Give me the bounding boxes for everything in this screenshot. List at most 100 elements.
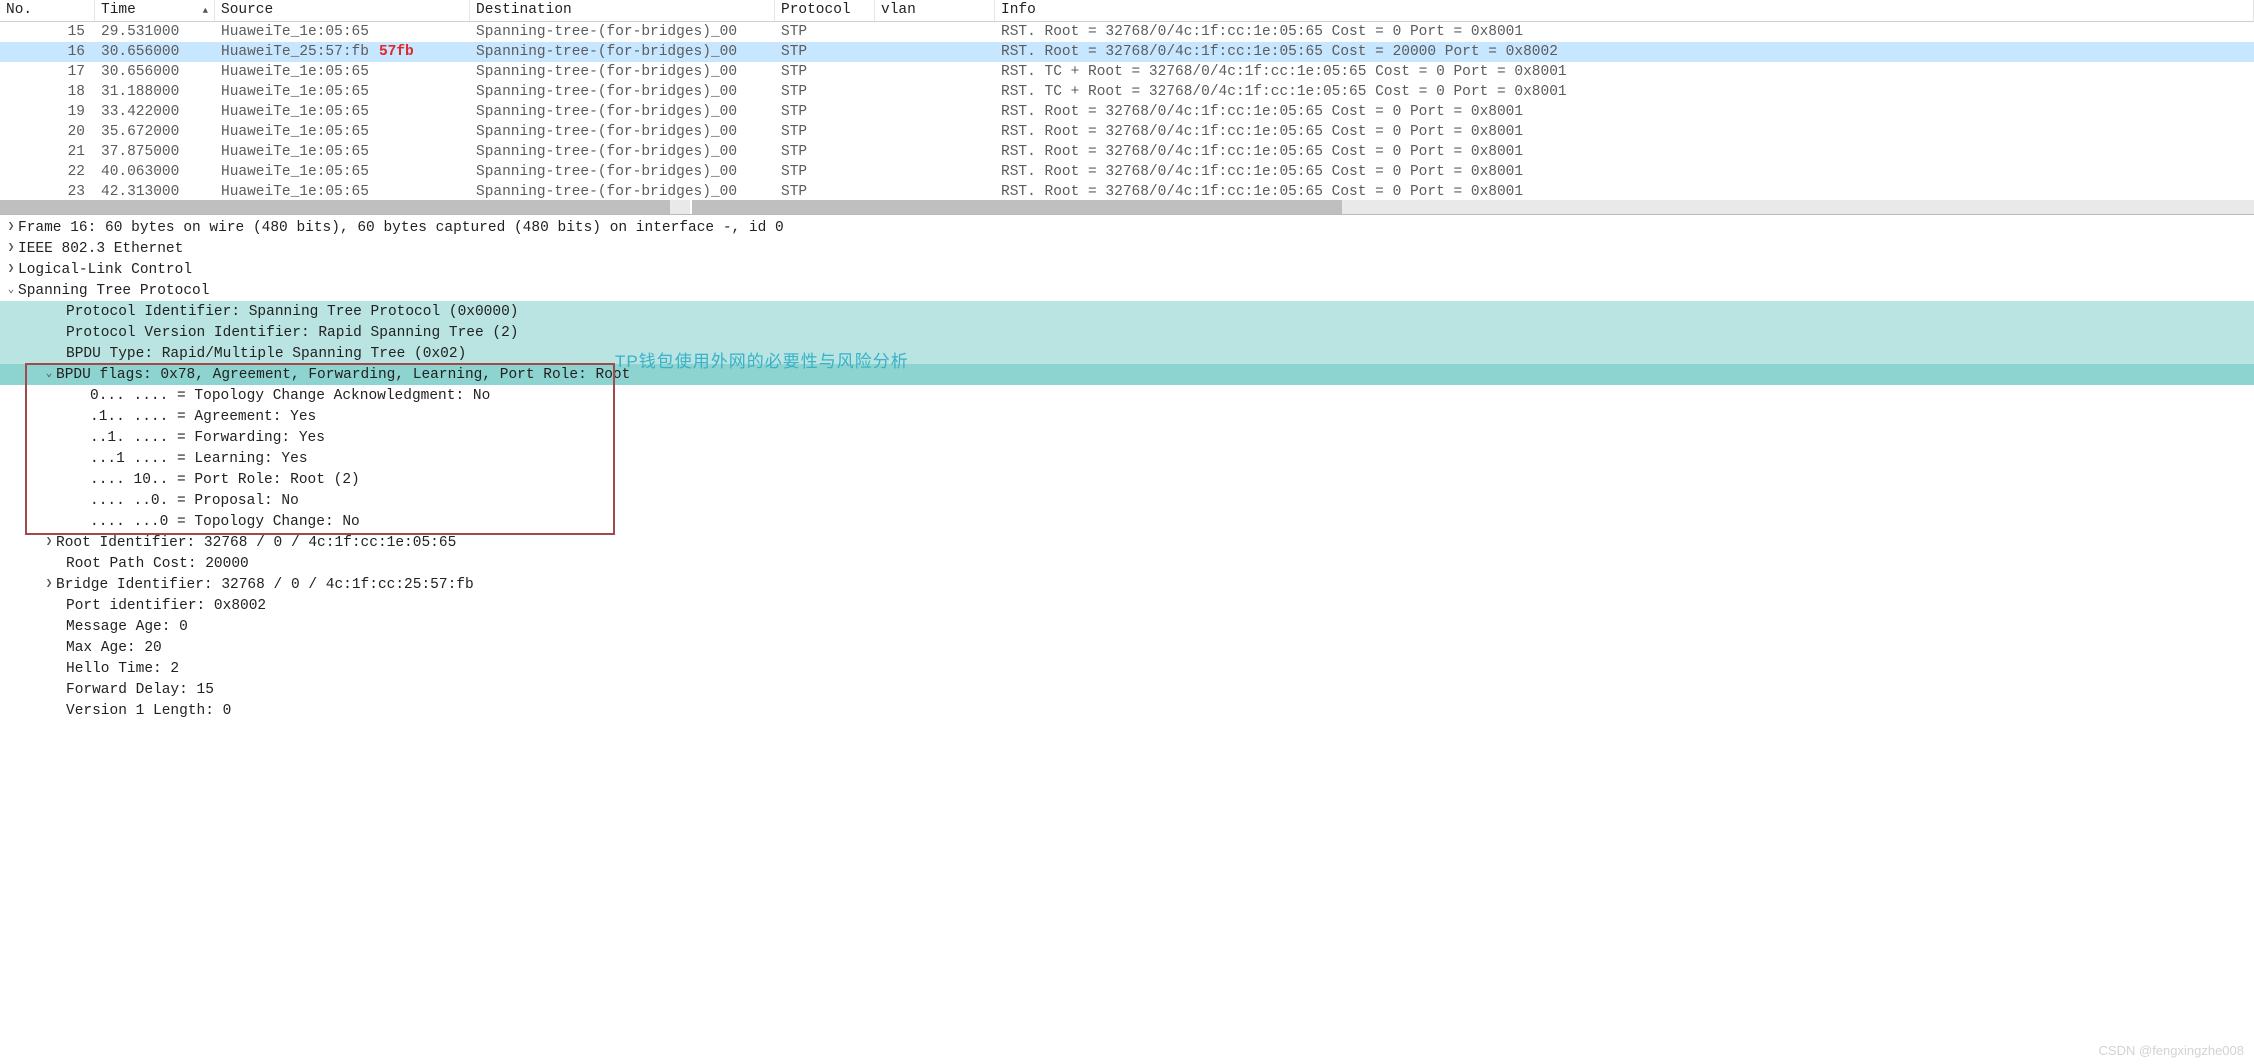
cell-time: 33.422000: [95, 104, 215, 120]
expand-icon[interactable]: ❯: [42, 532, 56, 553]
tree-v1len[interactable]: .Version 1 Length: 0: [0, 700, 2254, 721]
tree-ethernet[interactable]: ❯IEEE 802.3 Ethernet: [0, 238, 2254, 259]
cell-source: HuaweiTe_1e:05:65: [215, 104, 470, 120]
tree-bridge-id-label: Bridge Identifier: 32768 / 0 / 4c:1f:cc:…: [56, 577, 474, 593]
tree-flag-agreement[interactable]: ..1.. .... = Agreement: Yes: [0, 406, 2254, 427]
expand-icon[interactable]: ❯: [4, 259, 18, 280]
col-header-time-label: Time: [101, 2, 136, 18]
tree-bpdu-type-label: BPDU Type: Rapid/Multiple Spanning Tree …: [66, 346, 466, 362]
cell-source: HuaweiTe_1e:05:65: [215, 24, 470, 40]
cell-destination: Spanning-tree-(for-bridges)_00: [470, 24, 775, 40]
tree-proto-id[interactable]: .Protocol Identifier: Spanning Tree Prot…: [0, 301, 2254, 322]
watermark: CSDN @fengxingzhe008: [2099, 1043, 2244, 1058]
packet-row[interactable]: 2137.875000HuaweiTe_1e:05:65Spanning-tre…: [0, 142, 2254, 162]
cell-info: RST. Root = 32768/0/4c:1f:cc:1e:05:65 Co…: [995, 164, 2254, 180]
expand-icon[interactable]: ❯: [4, 238, 18, 259]
tree-flag-tc-label: .... ...0 = Topology Change: No: [90, 514, 360, 530]
cell-no: 23: [0, 184, 95, 200]
tree-bpdu-flags[interactable]: .⌄BPDU flags: 0x78, Agreement, Forwardin…: [0, 364, 2254, 385]
tree-stp[interactable]: ⌄Spanning Tree Protocol: [0, 280, 2254, 301]
expand-icon[interactable]: ❯: [42, 574, 56, 595]
tree-eth-label: IEEE 802.3 Ethernet: [18, 241, 183, 257]
tree-bpdu-type[interactable]: . BPDU Type: Rapid/Multiple Spanning Tree…: [0, 343, 2254, 364]
packet-row[interactable]: 1630.656000HuaweiTe_25:57:fb57fbSpanning…: [0, 42, 2254, 62]
spacer-icon: .: [4, 427, 18, 448]
cell-protocol: STP: [775, 24, 875, 40]
hscroll-thumb[interactable]: [692, 200, 1342, 214]
packet-row[interactable]: 1730.656000HuaweiTe_1e:05:65Spanning-tre…: [0, 62, 2254, 82]
tree-flag-portrole[interactable]: ..... 10.. = Port Role: Root (2): [0, 469, 2254, 490]
tree-frame-label: Frame 16: 60 bytes on wire (480 bits), 6…: [18, 220, 784, 236]
sort-asc-icon: ▲: [203, 6, 208, 16]
packet-row[interactable]: 1933.422000HuaweiTe_1e:05:65Spanning-tre…: [0, 102, 2254, 122]
tree-proto-id-label: Protocol Identifier: Spanning Tree Proto…: [66, 304, 518, 320]
cell-source: HuaweiTe_1e:05:65: [215, 144, 470, 160]
tree-stp-label: Spanning Tree Protocol: [18, 283, 209, 299]
spacer-icon: .: [4, 469, 18, 490]
spacer-icon: .: [4, 595, 18, 616]
tree-msg-age-label: Message Age: 0: [66, 619, 188, 635]
tree-llc[interactable]: ❯Logical-Link Control: [0, 259, 2254, 280]
tree-proto-ver[interactable]: .Protocol Version Identifier: Rapid Span…: [0, 322, 2254, 343]
tree-flag-prop-label: .... ..0. = Proposal: No: [90, 493, 299, 509]
spacer-icon: .: [4, 385, 18, 406]
hscroll-right[interactable]: [692, 200, 2254, 214]
hscroll-left[interactable]: [0, 200, 690, 214]
packet-row[interactable]: 1831.188000HuaweiTe_1e:05:65Spanning-tre…: [0, 82, 2254, 102]
tree-root-id-label: Root Identifier: 32768 / 0 / 4c:1f:cc:1e…: [56, 535, 456, 551]
tree-flag-tc[interactable]: . .... ...0 = Topology Change: No: [0, 511, 2254, 532]
col-header-source[interactable]: Source: [215, 0, 470, 21]
spacer-icon: .: [4, 511, 18, 532]
packet-row[interactable]: 2035.672000HuaweiTe_1e:05:65Spanning-tre…: [0, 122, 2254, 142]
tree-msg-age[interactable]: .Message Age: 0: [0, 616, 2254, 637]
cell-info: RST. TC + Root = 32768/0/4c:1f:cc:1e:05:…: [995, 64, 2254, 80]
tree-fwd-delay[interactable]: .Forward Delay: 15: [0, 679, 2254, 700]
cell-destination: Spanning-tree-(for-bridges)_00: [470, 144, 775, 160]
tree-flag-tca[interactable]: .0... .... = Topology Change Acknowledgm…: [0, 385, 2254, 406]
collapse-icon[interactable]: ⌄: [4, 280, 18, 301]
tree-root-id[interactable]: .❯Root Identifier: 32768 / 0 / 4c:1f:cc:…: [0, 532, 2254, 553]
cell-time: 35.672000: [95, 124, 215, 140]
tree-hello-label: Hello Time: 2: [66, 661, 179, 677]
cell-info: RST. TC + Root = 32768/0/4c:1f:cc:1e:05:…: [995, 84, 2254, 100]
tree-flag-proposal[interactable]: . .... ..0. = Proposal: No: [0, 490, 2254, 511]
packet-list-pane: No. Time ▲ Source Destination Protocol vl…: [0, 0, 2254, 215]
tree-flag-learn-label: ...1 .... = Learning: Yes: [90, 451, 308, 467]
tree-root-cost[interactable]: .Root Path Cost: 20000: [0, 553, 2254, 574]
hscroll-thumb[interactable]: [0, 200, 670, 214]
expand-icon[interactable]: ❯: [4, 217, 18, 238]
packet-row[interactable]: 2342.313000HuaweiTe_1e:05:65Spanning-tre…: [0, 182, 2254, 200]
packet-row[interactable]: 2240.063000HuaweiTe_1e:05:65Spanning-tre…: [0, 162, 2254, 182]
packet-list-body[interactable]: 1529.531000HuaweiTe_1e:05:65Spanning-tre…: [0, 22, 2254, 200]
tree-flag-forwarding[interactable]: ...1. .... = Forwarding: Yes: [0, 427, 2254, 448]
col-header-destination[interactable]: Destination: [470, 0, 775, 21]
packet-row[interactable]: 1529.531000HuaweiTe_1e:05:65Spanning-tre…: [0, 22, 2254, 42]
col-header-info[interactable]: Info: [995, 0, 2254, 21]
cell-source: HuaweiTe_1e:05:65: [215, 124, 470, 140]
packet-details-pane: ❯Frame 16: 60 bytes on wire (480 bits), …: [0, 215, 2254, 725]
cell-destination: Spanning-tree-(for-bridges)_00: [470, 64, 775, 80]
tree-max-age-label: Max Age: 20: [66, 640, 162, 656]
cell-no: 21: [0, 144, 95, 160]
col-header-protocol[interactable]: Protocol: [775, 0, 875, 21]
cell-no: 22: [0, 164, 95, 180]
collapse-icon[interactable]: ⌄: [42, 364, 56, 385]
tree-frame[interactable]: ❯Frame 16: 60 bytes on wire (480 bits), …: [0, 217, 2254, 238]
tree-max-age[interactable]: .Max Age: 20: [0, 637, 2254, 658]
col-header-time[interactable]: Time ▲: [95, 0, 215, 21]
tree-port-id[interactable]: .Port identifier: 0x8002: [0, 595, 2254, 616]
tree-flag-learning[interactable]: ....1 .... = Learning: Yes: [0, 448, 2254, 469]
tree-fwd-delay-label: Forward Delay: 15: [66, 682, 214, 698]
tree-bridge-id[interactable]: .❯Bridge Identifier: 32768 / 0 / 4c:1f:c…: [0, 574, 2254, 595]
col-header-no[interactable]: No.: [0, 0, 95, 21]
tree-v1len-label: Version 1 Length: 0: [66, 703, 231, 719]
spacer-icon: .: [4, 343, 18, 364]
spacer-icon: .: [4, 490, 18, 511]
col-header-vlan[interactable]: vlan: [875, 0, 995, 21]
cell-protocol: STP: [775, 164, 875, 180]
cell-destination: Spanning-tree-(for-bridges)_00: [470, 164, 775, 180]
cell-destination: Spanning-tree-(for-bridges)_00: [470, 124, 775, 140]
tree-hello[interactable]: .Hello Time: 2: [0, 658, 2254, 679]
cell-protocol: STP: [775, 104, 875, 120]
cell-time: 37.875000: [95, 144, 215, 160]
